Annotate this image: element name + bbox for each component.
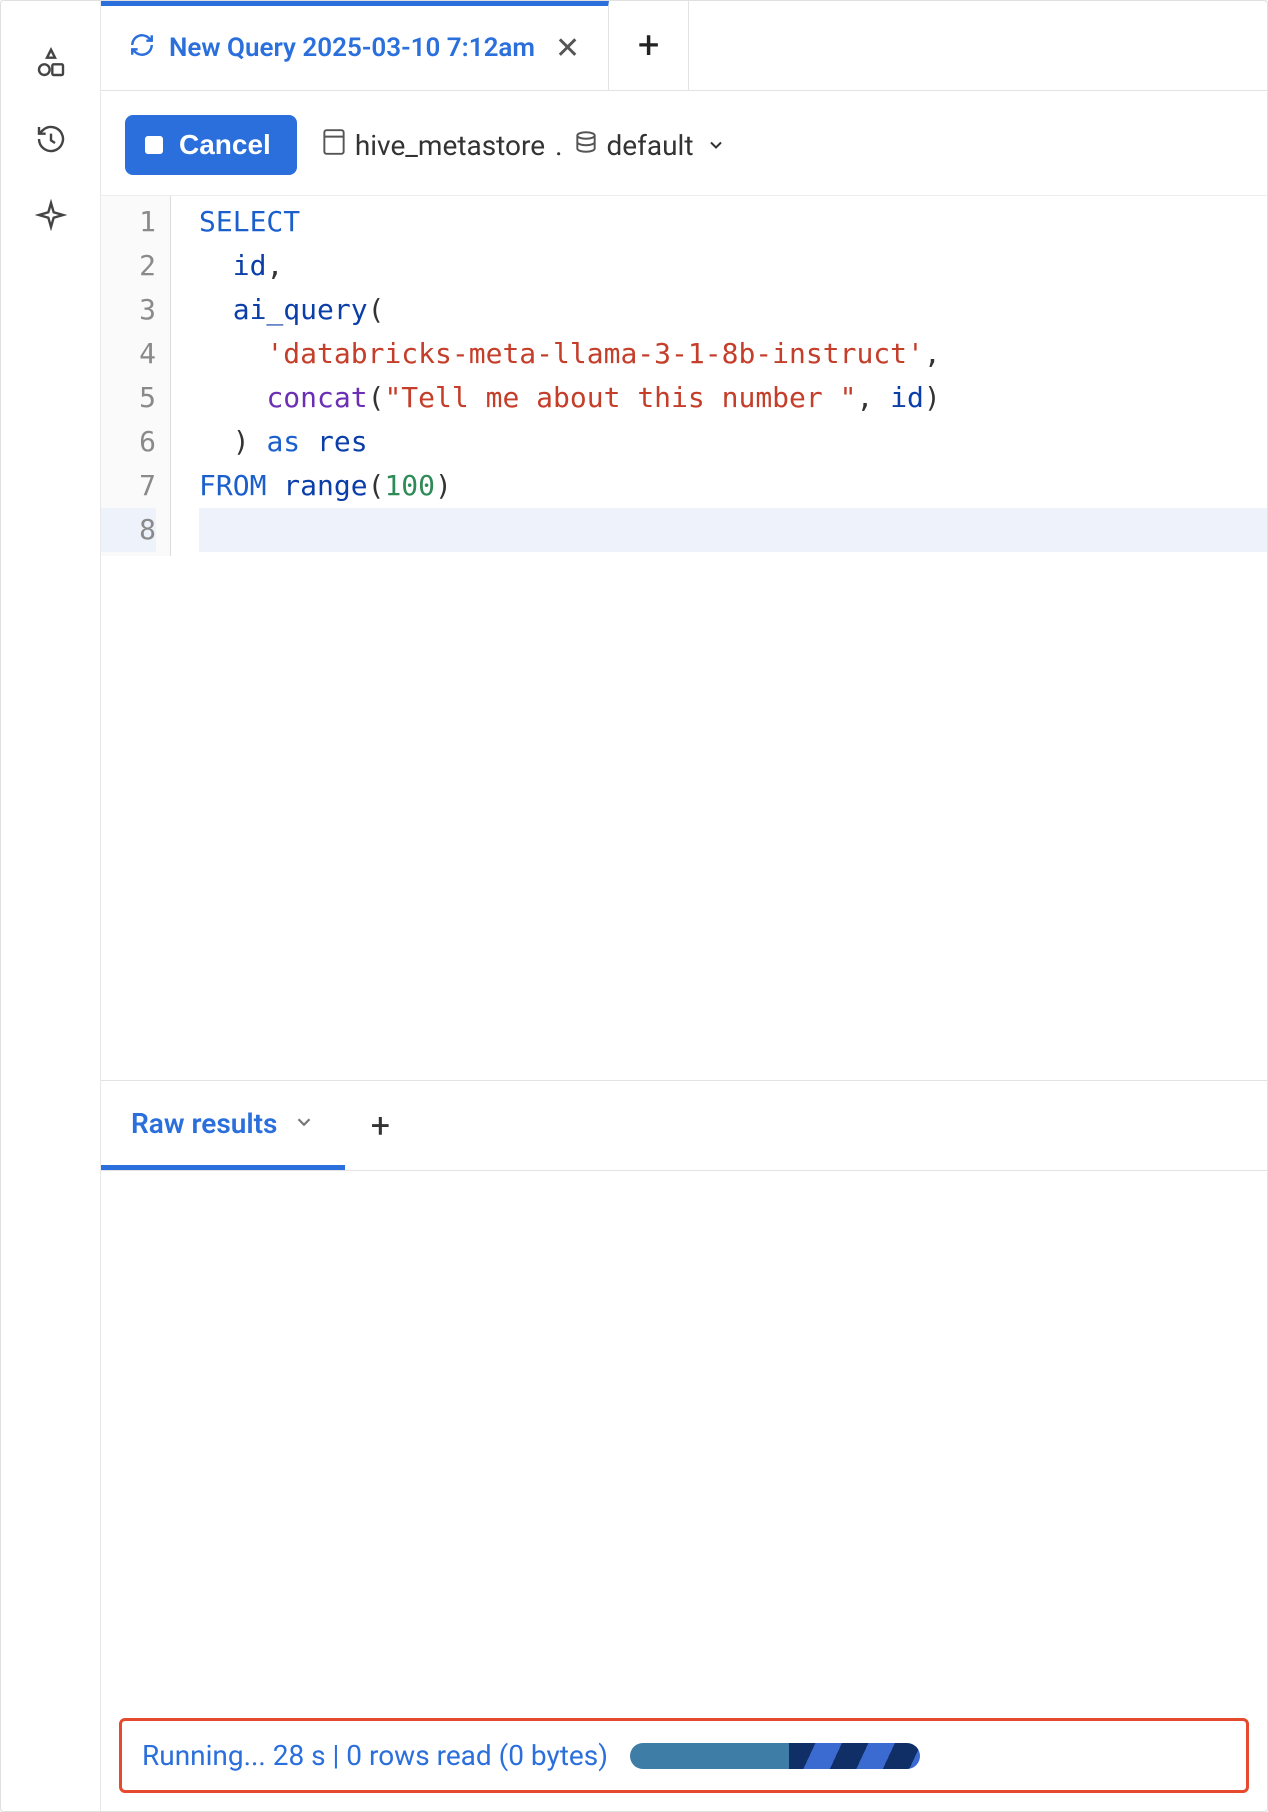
editor-spacer: [101, 556, 1267, 1080]
line-number: 6: [101, 420, 156, 464]
line-number: 1: [101, 200, 156, 244]
code-line[interactable]: ) as res: [199, 420, 1267, 464]
progress-segment-b: [789, 1743, 920, 1769]
history-icon[interactable]: [33, 121, 69, 157]
toolbar: Cancel hive_metastore . default: [101, 91, 1267, 195]
results-panel: Raw results + Running... 28 s | 0 rows r…: [101, 1080, 1267, 1811]
catalog-selector[interactable]: hive_metastore . default: [321, 127, 726, 164]
content: Cancel hive_metastore . default: [101, 91, 1267, 1811]
tab-bar: New Query 2025-03-10 7:12am ✕ +: [101, 1, 1267, 91]
sparkle-icon[interactable]: [33, 197, 69, 233]
results-tab-label: Raw results: [131, 1107, 277, 1140]
separator: .: [553, 129, 564, 162]
schema-name: default: [607, 129, 694, 162]
app-root: New Query 2025-03-10 7:12am ✕ + Cancel h…: [0, 0, 1268, 1812]
status-text: Running... 28 s | 0 rows read (0 bytes): [142, 1739, 608, 1772]
new-tab-button[interactable]: +: [609, 1, 689, 90]
line-number: 2: [101, 244, 156, 288]
add-results-tab-button[interactable]: +: [345, 1106, 415, 1146]
catalog-name: hive_metastore: [355, 129, 545, 162]
close-icon[interactable]: ✕: [555, 31, 580, 66]
refresh-icon: [129, 32, 155, 65]
progress-bar: [630, 1743, 920, 1769]
code-line[interactable]: FROM range(100): [199, 464, 1267, 508]
code-line[interactable]: ai_query(: [199, 288, 1267, 332]
code-line[interactable]: concat("Tell me about this number ", id): [199, 376, 1267, 420]
cancel-button[interactable]: Cancel: [125, 115, 297, 175]
left-sidebar: [1, 1, 101, 1811]
raw-results-tab[interactable]: Raw results: [101, 1081, 345, 1170]
tab-title: New Query 2025-03-10 7:12am: [169, 33, 535, 63]
code-line[interactable]: id,: [199, 244, 1267, 288]
line-number: 5: [101, 376, 156, 420]
database-icon: [573, 129, 599, 162]
line-gutter: 12345678: [101, 196, 171, 556]
catalog-icon: [321, 127, 347, 164]
code-line[interactable]: SELECT: [199, 200, 1267, 244]
shapes-icon[interactable]: [33, 45, 69, 81]
results-tabs: Raw results +: [101, 1081, 1267, 1171]
line-number: 3: [101, 288, 156, 332]
code-area[interactable]: SELECT id, ai_query( 'databricks-meta-ll…: [171, 196, 1267, 556]
line-number: 7: [101, 464, 156, 508]
results-body: Running... 28 s | 0 rows read (0 bytes): [101, 1171, 1267, 1811]
progress-segment-a: [630, 1743, 790, 1769]
line-number: 4: [101, 332, 156, 376]
code-line[interactable]: [199, 508, 1267, 552]
line-number: 8: [101, 508, 156, 552]
stop-icon: [145, 136, 163, 154]
code-line[interactable]: 'databricks-meta-llama-3-1-8b-instruct',: [199, 332, 1267, 376]
status-bar: Running... 28 s | 0 rows read (0 bytes): [119, 1718, 1249, 1793]
query-tab[interactable]: New Query 2025-03-10 7:12am ✕: [101, 1, 609, 90]
sql-editor[interactable]: 12345678 SELECT id, ai_query( 'databrick…: [101, 195, 1267, 556]
cancel-label: Cancel: [179, 129, 271, 161]
main-panel: New Query 2025-03-10 7:12am ✕ + Cancel h…: [101, 1, 1267, 1811]
chevron-down-icon: [706, 129, 726, 162]
chevron-down-icon[interactable]: [293, 1107, 315, 1140]
